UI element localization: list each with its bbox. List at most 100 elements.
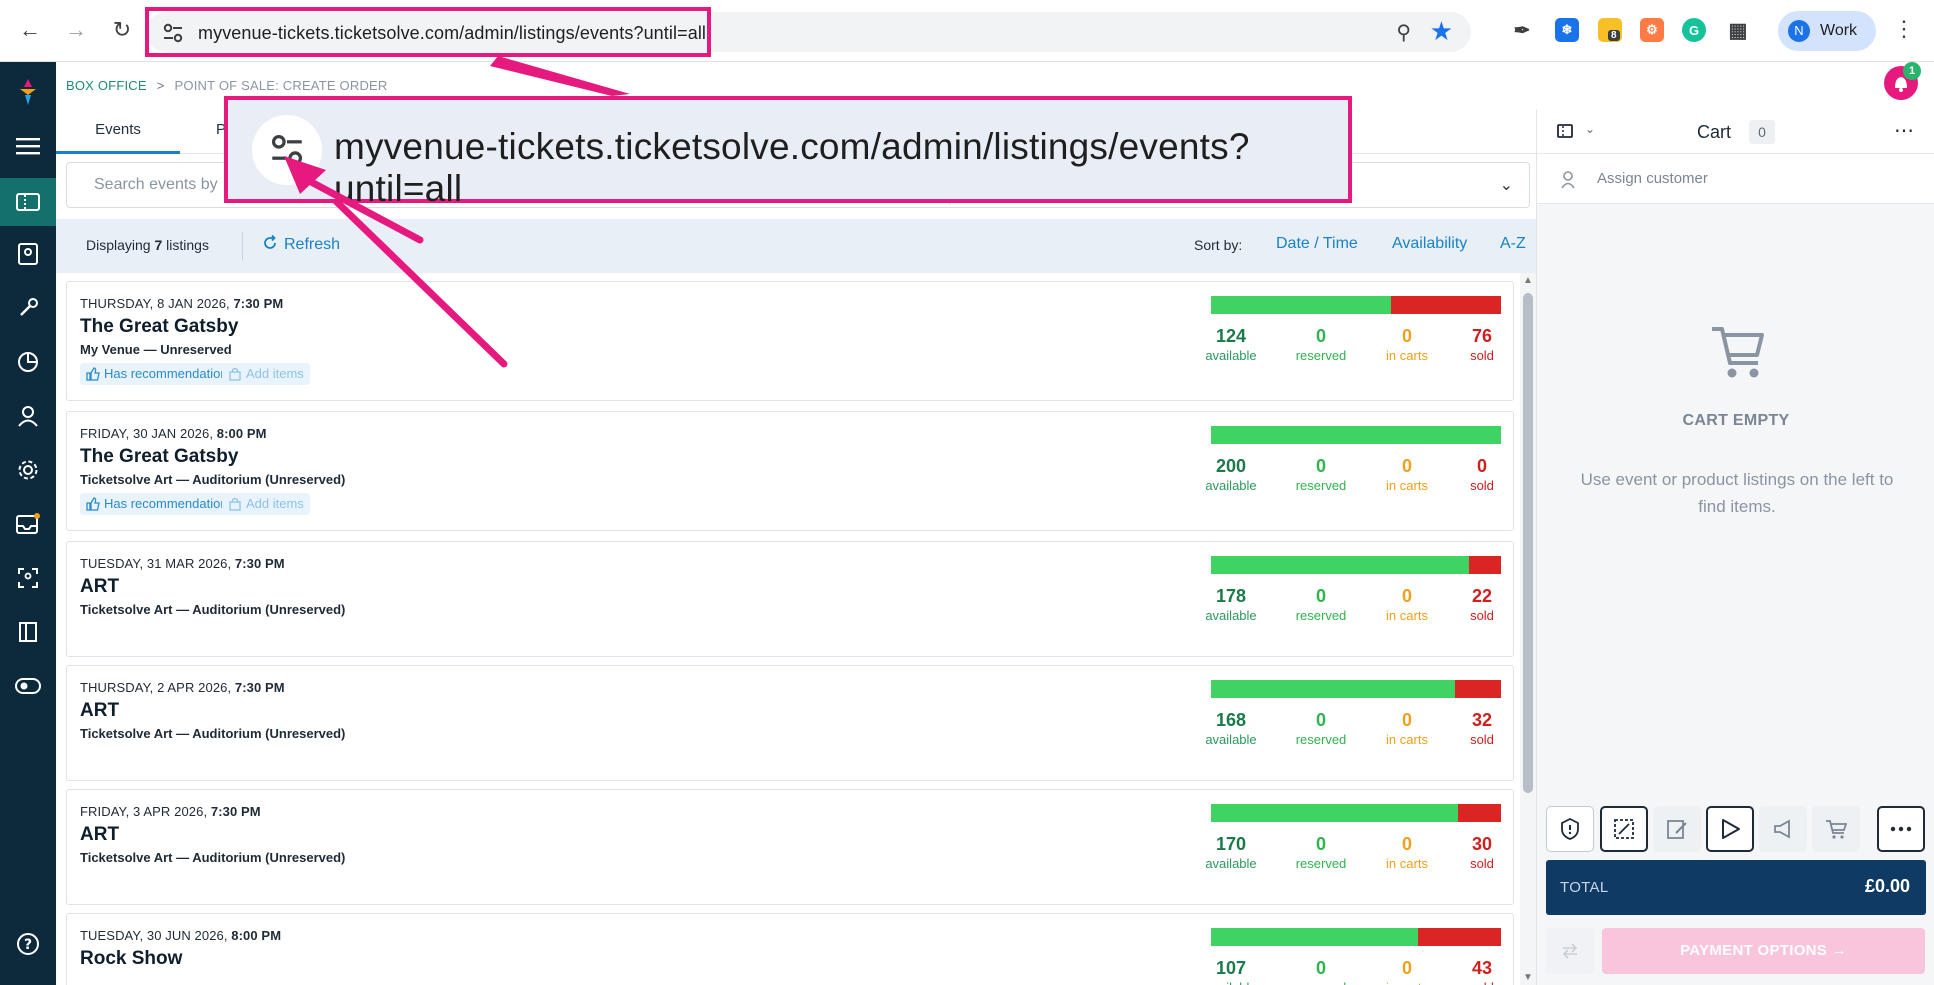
notes-extension-icon[interactable]: 8 xyxy=(1598,18,1622,42)
site-settings-icon xyxy=(271,134,303,166)
add-items-button[interactable]: Add items xyxy=(222,493,310,515)
stat-sold: 32 sold xyxy=(1442,710,1522,747)
inbox-icon[interactable] xyxy=(0,502,56,546)
stat-label: available xyxy=(1205,608,1257,623)
payment-side-button[interactable] xyxy=(1546,928,1594,974)
stat-label: reserved xyxy=(1295,856,1347,871)
stat-value: 0 xyxy=(1401,710,1412,730)
payment-options-button[interactable]: PAYMENT OPTIONS → xyxy=(1602,928,1925,974)
stat-value: 32 xyxy=(1471,710,1493,730)
event-title[interactable]: The Great Gatsby xyxy=(80,446,238,468)
total-label: TOTAL xyxy=(1560,879,1609,896)
browser-menu-icon[interactable]: ⋮ xyxy=(1893,16,1915,42)
megaphone-icon[interactable] xyxy=(1759,806,1807,852)
layout-icon[interactable] xyxy=(0,610,56,654)
scrollbar-thumb[interactable] xyxy=(1523,293,1533,793)
more-actions-icon[interactable] xyxy=(1877,806,1925,852)
stat-in-carts: 0 in carts xyxy=(1367,834,1447,871)
eyedropper-icon[interactable]: ✒ xyxy=(1510,18,1534,42)
event-listing-card[interactable]: FRIDAY, 30 JAN 2026, 8:00 PM The Great Ga… xyxy=(66,411,1514,531)
stat-label: in carts xyxy=(1386,608,1428,623)
stat-available: 124 available xyxy=(1191,326,1271,363)
edit-notes-icon[interactable] xyxy=(1653,806,1701,852)
stat-in-carts: 0 in carts xyxy=(1367,456,1447,493)
add-items-button[interactable]: Add items xyxy=(222,363,310,385)
event-title[interactable]: ART xyxy=(80,700,119,722)
event-listing-card[interactable]: FRIDAY, 3 APR 2026, 7:30 PM ART Ticketsolv… xyxy=(66,789,1514,905)
reload-icon[interactable]: ↻ xyxy=(106,14,138,46)
shield-icon[interactable] xyxy=(1546,806,1594,852)
event-title[interactable]: The Great Gatsby xyxy=(80,316,238,338)
notification-bell-icon[interactable]: 1 xyxy=(1884,62,1921,100)
ticket-view-icon[interactable] xyxy=(1557,124,1573,138)
send-icon[interactable] xyxy=(1706,806,1754,852)
customer-icon xyxy=(1561,171,1575,189)
event-listing-card[interactable]: THURSDAY, 2 APR 2026, 7:30 PM ART Ticketso… xyxy=(66,665,1514,781)
wrench-icon[interactable] xyxy=(0,286,56,330)
hubspot-extension-icon[interactable]: ⚙ xyxy=(1640,18,1664,42)
settings-gear-icon[interactable] xyxy=(0,448,56,492)
help-icon[interactable]: ? xyxy=(0,922,56,966)
tab-events[interactable]: Events xyxy=(56,110,180,154)
event-listing-card[interactable]: TUESDAY, 31 MAR 2026, 7:30 PM ART Ticketso… xyxy=(66,541,1514,657)
zoom-icon[interactable]: ⚲ xyxy=(1396,20,1411,45)
cart-add-icon[interactable] xyxy=(1812,806,1860,852)
stat-value: 0 xyxy=(1401,958,1412,978)
stat-label: available xyxy=(1205,732,1257,747)
breadcrumb-root[interactable]: BOX OFFICE xyxy=(66,78,147,93)
cart-panel: ⌄ Cart 0 ⋯ Assign customer CART EMPTY Us… xyxy=(1536,110,1934,985)
has-recommendations-button[interactable]: Has recommendations xyxy=(80,363,241,385)
app-logo-icon[interactable] xyxy=(0,70,56,114)
chevron-down-icon[interactable]: ⌄ xyxy=(1500,175,1513,195)
menu-icon[interactable] xyxy=(0,124,56,168)
snowflake-extension-icon[interactable]: ❄ xyxy=(1555,18,1579,42)
has-recommendations-button[interactable]: Has recommendations xyxy=(80,493,241,515)
app-sidebar: ? xyxy=(0,62,56,985)
sort-date-time[interactable]: Date / Time xyxy=(1276,235,1358,253)
event-title[interactable]: Rock Show xyxy=(80,948,182,970)
listings-scrollbar[interactable]: ▲ ▼ xyxy=(1520,273,1536,985)
cart-more-icon[interactable]: ⋯ xyxy=(1894,118,1915,143)
profile-label: Work xyxy=(1820,22,1858,39)
stat-value: 200 xyxy=(1215,456,1247,476)
chevron-down-icon[interactable]: ⌄ xyxy=(1585,122,1595,136)
customers-icon[interactable] xyxy=(0,394,56,438)
profile-button[interactable]: N Work xyxy=(1778,11,1876,51)
event-venue: Ticketsolve Art — Auditorium (Unreserved… xyxy=(80,850,346,865)
sold-segment xyxy=(1417,928,1501,946)
contacts-icon[interactable] xyxy=(0,232,56,276)
extensions-puzzle-icon[interactable]: ▦ xyxy=(1726,18,1750,42)
event-listing-card[interactable]: THURSDAY, 8 JAN 2026, 7:30 PM The Great G… xyxy=(66,281,1514,401)
bookmark-star-icon[interactable]: ★ xyxy=(1430,16,1453,47)
scanner-icon[interactable] xyxy=(0,556,56,600)
available-segment xyxy=(1211,680,1455,698)
grammarly-extension-icon[interactable]: G xyxy=(1682,18,1706,42)
event-title[interactable]: ART xyxy=(80,824,119,846)
event-datetime: FRIDAY, 3 APR 2026, 7:30 PM xyxy=(80,804,261,819)
scroll-down-icon[interactable]: ▼ xyxy=(1523,972,1533,983)
thumbs-up-icon xyxy=(86,367,100,381)
event-listings: THURSDAY, 8 JAN 2026, 7:30 PM The Great G… xyxy=(56,273,1536,985)
refresh-button[interactable]: Refresh xyxy=(262,234,340,254)
stat-available: 107 available xyxy=(1191,958,1271,985)
sold-segment xyxy=(1469,556,1501,574)
stat-label: available xyxy=(1191,980,1271,985)
discount-icon[interactable] xyxy=(1600,806,1648,852)
toggle-icon[interactable] xyxy=(0,664,56,708)
scroll-up-icon[interactable]: ▲ xyxy=(1523,275,1533,286)
reports-pie-icon[interactable] xyxy=(0,340,56,384)
event-listing-card[interactable]: TUESDAY, 30 JUN 2026, 8:00 PM Rock Show 10… xyxy=(66,913,1514,985)
box-office-icon[interactable] xyxy=(0,178,56,226)
stat-label: in carts xyxy=(1386,856,1428,871)
back-icon[interactable]: ← xyxy=(14,14,46,46)
sort-a-z[interactable]: A-Z xyxy=(1500,235,1526,253)
bag-icon xyxy=(229,497,241,511)
availability-bar xyxy=(1211,556,1501,574)
sort-availability[interactable]: Availability xyxy=(1392,235,1467,253)
stat-value: 107 xyxy=(1215,958,1247,978)
forward-icon[interactable]: → xyxy=(60,14,92,46)
event-title[interactable]: ART xyxy=(80,576,119,598)
stat-sold: 30 sold xyxy=(1442,834,1522,871)
assign-customer-label: Assign customer xyxy=(1597,170,1708,187)
assign-customer-button[interactable]: Assign customer xyxy=(1537,154,1934,204)
